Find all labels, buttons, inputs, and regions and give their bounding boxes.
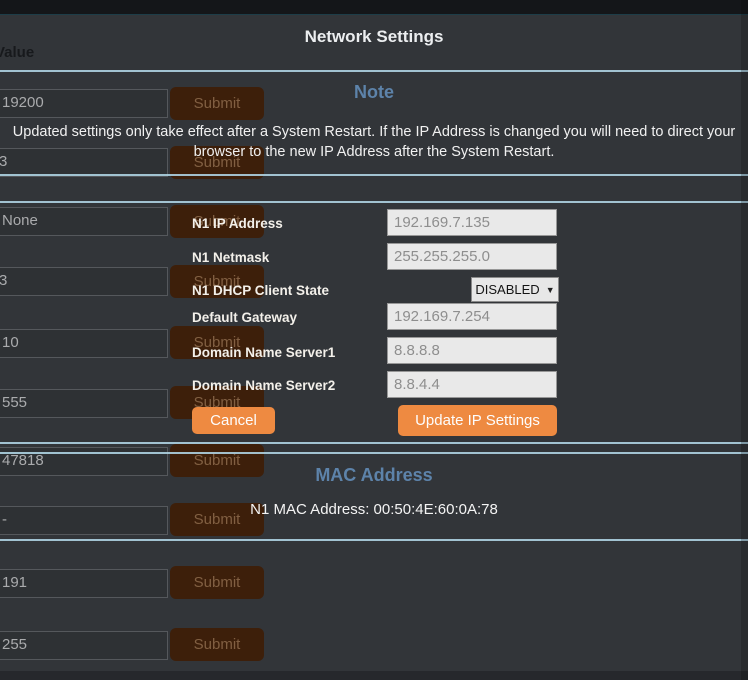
n1-netmask-input[interactable]	[387, 243, 557, 270]
divider-line	[0, 174, 748, 176]
label-n1-netmask: N1 Netmask	[192, 250, 269, 265]
background-input-value: 3	[0, 272, 7, 289]
divider-line	[0, 452, 748, 454]
label-domain-name-server1: Domain Name Server1	[192, 345, 335, 360]
cancel-button[interactable]: Cancel	[192, 407, 275, 434]
background-input: 3	[0, 267, 168, 296]
top-bar	[0, 0, 748, 15]
modal-title: Network Settings	[0, 27, 748, 47]
divider-line	[0, 70, 748, 72]
background-input-value: 191	[2, 574, 27, 591]
background-input: 10	[0, 329, 168, 358]
submit-button: Submit	[170, 628, 264, 661]
background-input-value: 555	[2, 394, 27, 411]
background-input: 555	[0, 389, 168, 418]
background-input: 255	[0, 631, 168, 660]
mac-address-heading: MAC Address	[0, 465, 748, 486]
default-gateway-input[interactable]	[387, 303, 557, 330]
divider-line	[0, 539, 748, 541]
label-n1-dhcp-client-state: N1 DHCP Client State	[192, 283, 329, 298]
submit-button: Submit	[170, 566, 264, 599]
background-input: None	[0, 207, 168, 236]
n1-ip-address-input[interactable]	[387, 209, 557, 236]
note-text: Updated settings only take effect after …	[0, 123, 748, 162]
bottom-edge-shade	[0, 671, 748, 680]
mac-address-value: N1 MAC Address: 00:50:4E:60:0A:78	[0, 501, 748, 518]
divider-line	[0, 442, 748, 444]
background-input-value: 255	[2, 636, 27, 653]
chevron-down-icon: ▼	[546, 285, 555, 295]
domain-name-server2-input[interactable]	[387, 371, 557, 398]
label-domain-name-server2: Domain Name Server2	[192, 378, 335, 393]
update-ip-settings-button[interactable]: Update IP Settings	[398, 405, 557, 436]
label-default-gateway: Default Gateway	[192, 310, 297, 325]
background-input: 191	[0, 569, 168, 598]
dhcp-state-selected-value: DISABLED	[475, 282, 539, 297]
divider-line	[0, 201, 748, 203]
dhcp-state-select[interactable]: DISABLED ▼	[471, 277, 559, 302]
label-n1-ip-address: N1 IP Address	[192, 216, 283, 231]
domain-name-server1-input[interactable]	[387, 337, 557, 364]
background-input-value: 10	[2, 334, 19, 351]
note-heading: Note	[0, 82, 748, 103]
background-input-value: None	[2, 212, 38, 229]
